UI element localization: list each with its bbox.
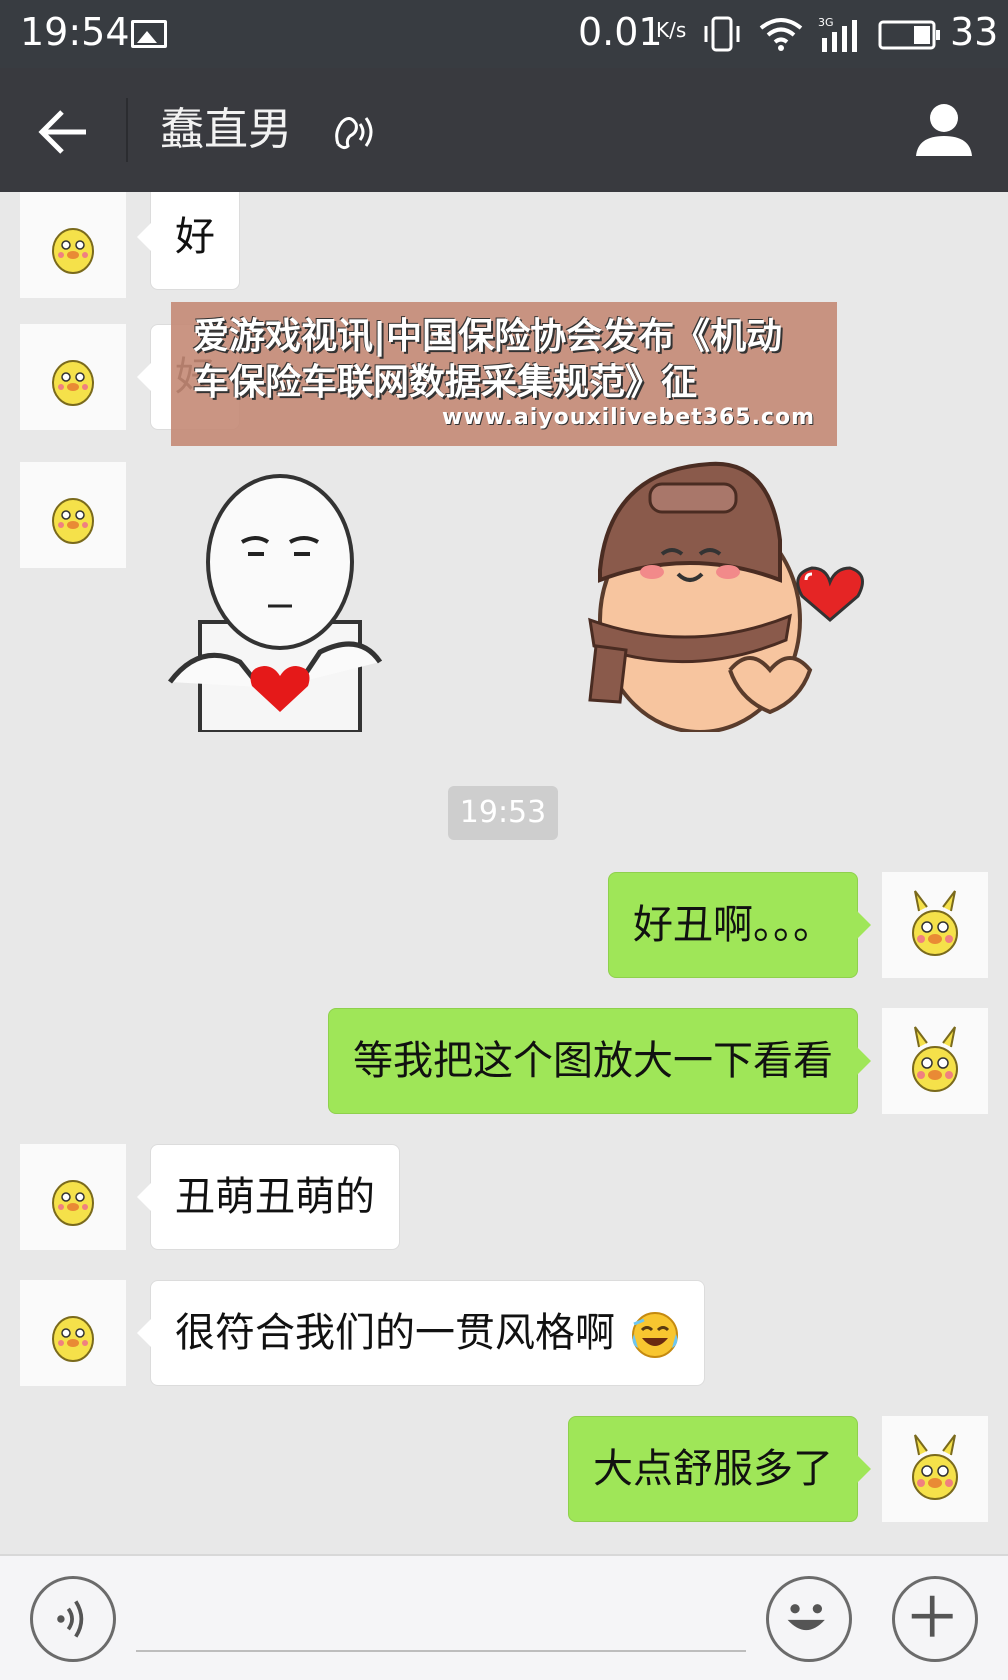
signal-icon: 3G [818,16,857,52]
header-divider [126,98,128,162]
profile-icon[interactable] [912,98,976,162]
message-text: 大点舒服多了 [593,1446,833,1492]
contact-avatar[interactable] [20,1280,126,1386]
vibrate-icon [704,16,740,52]
wifi-icon [759,18,803,51]
message-text: 等我把这个图放大一下看看 [353,1038,833,1084]
image-icon [131,20,167,48]
network-type-text: 3G [818,16,834,29]
contact-avatar[interactable] [20,324,126,430]
battery-icon [878,20,940,50]
chick-bunny-avatar-icon [912,1434,958,1500]
message-bubble-sent[interactable]: 大点舒服多了 [568,1416,871,1522]
message-bubble[interactable]: 丑萌丑萌的 [137,1144,400,1250]
contact-avatar[interactable] [20,1144,126,1250]
voice-input-button[interactable] [30,1576,116,1662]
my-avatar[interactable] [882,1008,988,1114]
my-avatar[interactable] [882,1416,988,1522]
watermark-url: www.aiyouxilivebet365.com [441,405,815,430]
chick-avatar-icon [52,228,94,274]
chick-bunny-avatar-icon [912,890,958,956]
message-timestamp: 19:53 [448,786,558,840]
message-bubble[interactable]: 好 [137,192,240,290]
message-text: 好 [175,214,215,260]
message-text: 好丑啊。。。 [633,902,833,948]
net-unit: K/s [656,18,687,42]
plus-icon [911,1595,953,1637]
contact-avatar[interactable] [20,192,126,298]
earpiece-mode-icon [335,117,373,150]
message-input[interactable] [136,1590,746,1652]
emoji-icon [787,1604,825,1631]
chat-header: 蠢直男 [0,68,1008,192]
watermark-overlay: 爱游戏视讯|中国保险协会发布《机动车保险车联网数据采集规范》征 www.aiyo… [171,302,837,446]
chat-message-list[interactable]: 好 好 爱游戏视讯|中国保险协会发布《机动车保险车联网数据采集规范》征 www.… [0,192,1008,1554]
input-bar [0,1554,1008,1680]
laughing-crying-emoji [631,1312,678,1358]
more-options-button[interactable] [892,1576,978,1662]
watermark-text: 爱游戏视讯|中国保险协会发布《机动车保险车联网数据采集规范》征 [193,316,783,403]
net-speed: 0.01 [578,10,663,54]
chick-avatar-icon [52,1180,94,1226]
battery-percent: 33 [950,10,999,54]
chick-bunny-avatar-icon [912,1026,958,1092]
status-time: 19:54 [20,10,130,54]
message-text: 丑萌丑萌的 [175,1174,375,1220]
message-bubble-sent[interactable]: 等我把这个图放大一下看看 [328,1008,871,1114]
contact-avatar[interactable] [20,462,126,568]
my-avatar[interactable] [882,872,988,978]
back-arrow-icon[interactable] [36,104,92,160]
message-bubble[interactable]: 很符合我们的一贯风格啊 [137,1280,705,1386]
chick-avatar-icon [52,360,94,406]
emoji-button[interactable] [766,1576,852,1662]
beanie-heart-hands-sticker[interactable] [580,450,880,732]
message-text: 很符合我们的一贯风格啊 [175,1310,615,1356]
meme-face-heart-sticker[interactable] [160,472,390,732]
voice-icon [57,1600,84,1638]
message-bubble-sent[interactable]: 好丑啊。。。 [608,872,871,978]
chat-title[interactable]: 蠢直男 [160,98,292,162]
chick-avatar-icon [52,498,94,544]
status-bar: 19:54 0.01 K/s 3G 33 [0,0,1008,68]
chick-avatar-icon [52,1316,94,1362]
